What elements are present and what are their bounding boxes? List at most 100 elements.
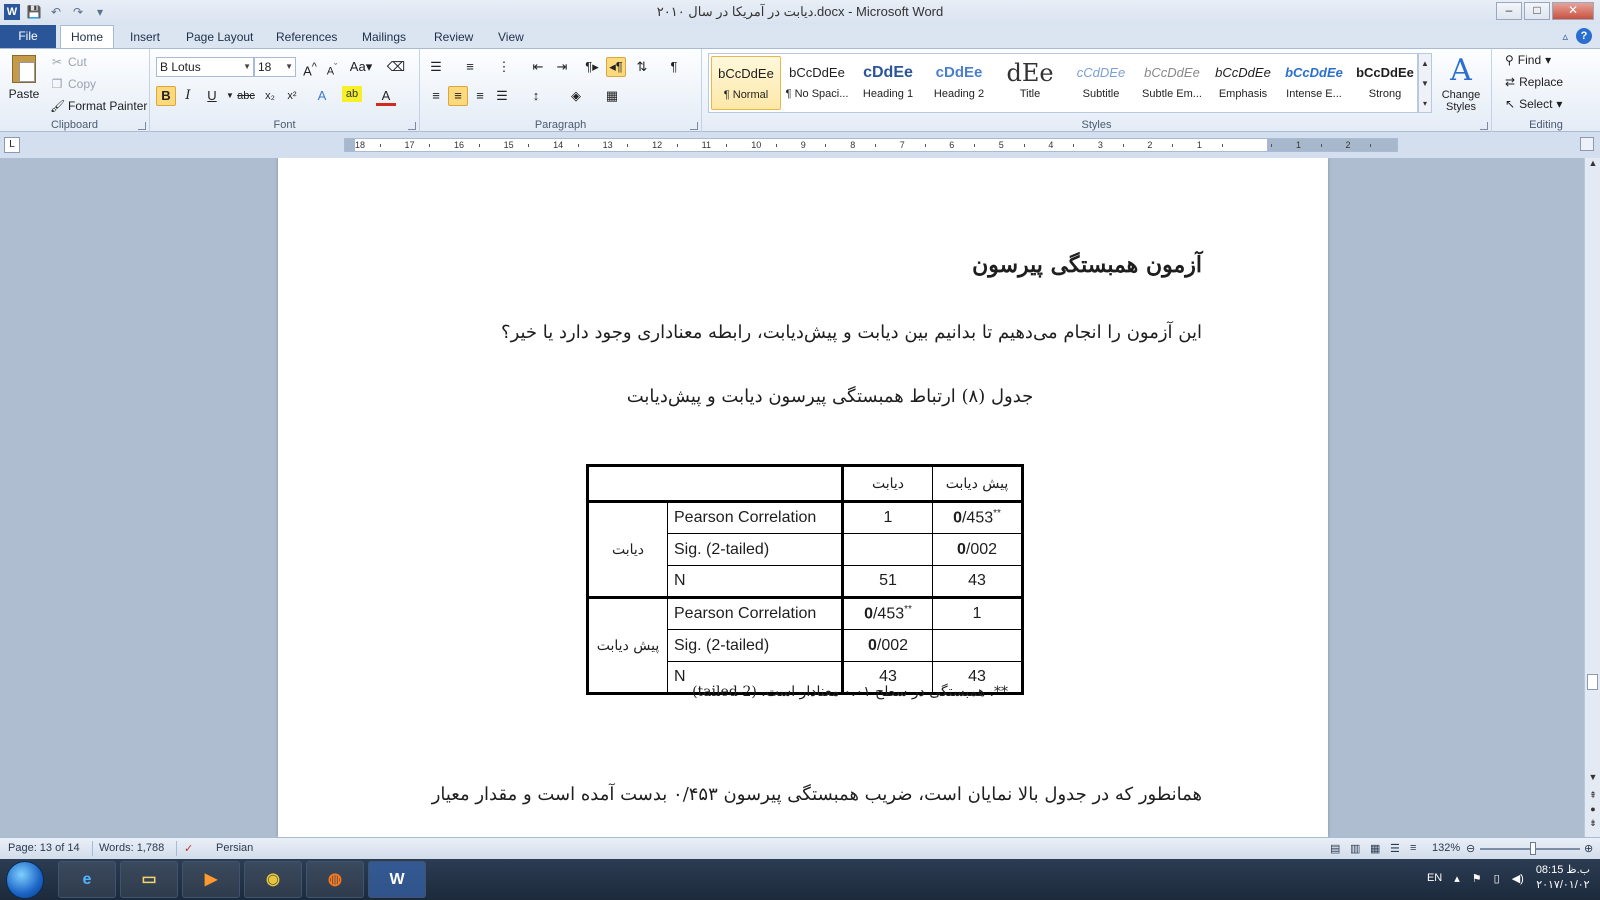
style-intense-emphasis[interactable]: bCcDdEe Intense E...: [1279, 56, 1349, 110]
zoom-slider-knob[interactable]: [1530, 842, 1536, 855]
vertical-scrollbar[interactable]: ▲ ▼ ⇞ ● ⇟: [1584, 158, 1600, 837]
subscript-button[interactable]: x₂: [260, 86, 280, 106]
bold-button[interactable]: B: [156, 86, 176, 106]
close-button[interactable]: ✕: [1552, 2, 1594, 20]
style-emphasis[interactable]: bCcDdEe Emphasis: [1208, 56, 1278, 110]
italic-button[interactable]: I: [178, 86, 198, 106]
page-count[interactable]: Page: 13 of 14: [8, 842, 80, 854]
align-right-icon[interactable]: ≡: [470, 86, 490, 106]
style-strong[interactable]: bCcDdEe Strong: [1350, 56, 1420, 110]
outline-icon[interactable]: ☰: [1390, 842, 1400, 855]
borders-icon[interactable]: ▦: [602, 86, 622, 106]
document-page[interactable]: آزمون همبستگی پیرسون این آزمون را انجام …: [278, 158, 1328, 837]
clear-formatting-icon[interactable]: ⌫: [386, 57, 406, 77]
undo-icon[interactable]: ↶: [48, 5, 64, 19]
start-button[interactable]: [6, 861, 44, 899]
align-center-icon[interactable]: ≡: [448, 86, 468, 106]
media-player-icon[interactable]: ▶: [182, 861, 240, 898]
cut-button[interactable]: ✂ Cut: [50, 55, 87, 69]
firefox-icon[interactable]: ◍: [306, 861, 364, 898]
font-color-button[interactable]: A: [376, 86, 396, 106]
style-title[interactable]: dEe Title: [995, 56, 1065, 110]
view-ruler-icon[interactable]: [1580, 137, 1594, 151]
clock[interactable]: 08:15 ب.ظ ۲۰۱۷/۰۱/۰۲: [1536, 863, 1590, 893]
copy-button[interactable]: ❐ Copy: [50, 77, 96, 91]
minimize-button[interactable]: –: [1496, 2, 1522, 20]
help-icon[interactable]: ?: [1576, 28, 1592, 44]
zoom-in-icon[interactable]: ⊕: [1584, 842, 1593, 855]
grow-font-button[interactable]: A^: [300, 57, 320, 78]
ltr-direction-icon[interactable]: ¶▸: [582, 57, 602, 77]
tab-insert[interactable]: Insert: [120, 28, 170, 48]
draft-icon[interactable]: ≡: [1410, 842, 1416, 854]
collapse-ribbon-icon[interactable]: ▵: [1562, 30, 1568, 43]
horizontal-ruler[interactable]: 18 17 16 15 14 13 12 11 10 9 8 7 6 5 4 3 2 1 1 2: [344, 138, 1398, 152]
web-layout-icon[interactable]: ▦: [1370, 842, 1380, 855]
action-center-flag-icon[interactable]: ⚑: [1472, 872, 1482, 885]
replace-button[interactable]: ⇄ Replace: [1505, 75, 1563, 89]
customize-qat-icon[interactable]: ▾: [92, 5, 108, 19]
style-heading-2[interactable]: cDdEe Heading 2: [924, 56, 994, 110]
show-hidden-icons-icon[interactable]: ▴: [1454, 872, 1460, 885]
previous-page-icon[interactable]: ⇞: [1585, 790, 1600, 801]
tab-references[interactable]: References: [266, 28, 347, 48]
superscript-button[interactable]: x²: [282, 86, 302, 106]
underline-button[interactable]: U: [202, 86, 222, 106]
change-case-button[interactable]: Aa▾: [348, 57, 374, 77]
paragraph-launcher-icon[interactable]: [690, 122, 698, 130]
multilevel-list-icon[interactable]: ⋮: [494, 57, 514, 77]
word-taskbar-icon[interactable]: W: [368, 861, 426, 898]
word-count[interactable]: Words: 1,788: [99, 842, 164, 854]
paste-button[interactable]: Paste: [6, 53, 42, 111]
style-no-spacing[interactable]: bCcDdEe ¶ No Spaci...: [782, 56, 852, 110]
network-icon[interactable]: ▯: [1494, 872, 1500, 885]
style-subtitle[interactable]: cCdDEe Subtitle: [1066, 56, 1136, 110]
clipboard-launcher-icon[interactable]: [138, 122, 146, 130]
line-spacing-icon[interactable]: ↕: [526, 86, 546, 106]
strikethrough-button[interactable]: abc: [236, 86, 256, 106]
show-hide-formatting-icon[interactable]: ¶: [664, 57, 684, 77]
font-launcher-icon[interactable]: [408, 122, 416, 130]
shrink-font-button[interactable]: Aˇ: [322, 57, 342, 78]
word-app-icon[interactable]: W: [4, 4, 20, 20]
font-name-combo[interactable]: B Lotus ▼: [156, 57, 254, 77]
style-subtle-emphasis[interactable]: bCcDdEe Subtle Em...: [1137, 56, 1207, 110]
shading-icon[interactable]: ◈: [566, 86, 586, 106]
tab-file[interactable]: File: [0, 25, 56, 48]
language-bar[interactable]: EN: [1427, 872, 1442, 884]
language-indicator[interactable]: Persian: [216, 842, 253, 854]
zoom-out-icon[interactable]: ⊖: [1466, 842, 1475, 855]
change-styles-button[interactable]: A Change Styles: [1436, 53, 1486, 113]
bullets-icon[interactable]: ☰: [426, 57, 446, 77]
decrease-indent-icon[interactable]: ⇤: [528, 57, 548, 77]
highlight-button[interactable]: ab: [342, 86, 362, 102]
next-page-icon[interactable]: ⇟: [1585, 818, 1600, 829]
volume-icon[interactable]: ◀): [1512, 872, 1524, 885]
font-size-combo[interactable]: 18 ▼: [254, 57, 296, 77]
rtl-direction-icon[interactable]: ◂¶: [606, 57, 626, 77]
scroll-thumb[interactable]: [1587, 674, 1598, 690]
maximize-button[interactable]: □: [1524, 2, 1550, 20]
find-button[interactable]: ⚲ Find ▾: [1505, 53, 1551, 67]
tab-selector[interactable]: L: [4, 137, 20, 153]
chrome-icon[interactable]: ◉: [244, 861, 302, 898]
scroll-down-icon[interactable]: ▼: [1585, 772, 1600, 782]
print-layout-icon[interactable]: ▤: [1330, 842, 1340, 855]
text-effects-button[interactable]: A: [312, 86, 332, 106]
tab-home[interactable]: Home: [60, 25, 115, 48]
full-screen-reading-icon[interactable]: ▥: [1350, 842, 1360, 855]
internet-explorer-icon[interactable]: e: [58, 861, 116, 898]
style-normal[interactable]: bCcDdEe ¶ Normal: [711, 56, 781, 110]
zoom-level[interactable]: 132%: [1432, 842, 1460, 854]
redo-icon[interactable]: ↷: [70, 5, 86, 19]
numbering-icon[interactable]: ≡: [460, 57, 480, 77]
styles-launcher-icon[interactable]: [1480, 122, 1488, 130]
align-left-icon[interactable]: ≡: [426, 86, 446, 106]
file-explorer-icon[interactable]: ▭: [120, 861, 178, 898]
sort-icon[interactable]: ⇅: [632, 57, 652, 77]
tab-page-layout[interactable]: Page Layout: [176, 28, 263, 48]
scroll-up-icon[interactable]: ▲: [1585, 158, 1600, 168]
tab-view[interactable]: View: [488, 28, 534, 48]
style-heading-1[interactable]: cDdEe Heading 1: [853, 56, 923, 110]
justify-icon[interactable]: ☰: [492, 86, 512, 106]
